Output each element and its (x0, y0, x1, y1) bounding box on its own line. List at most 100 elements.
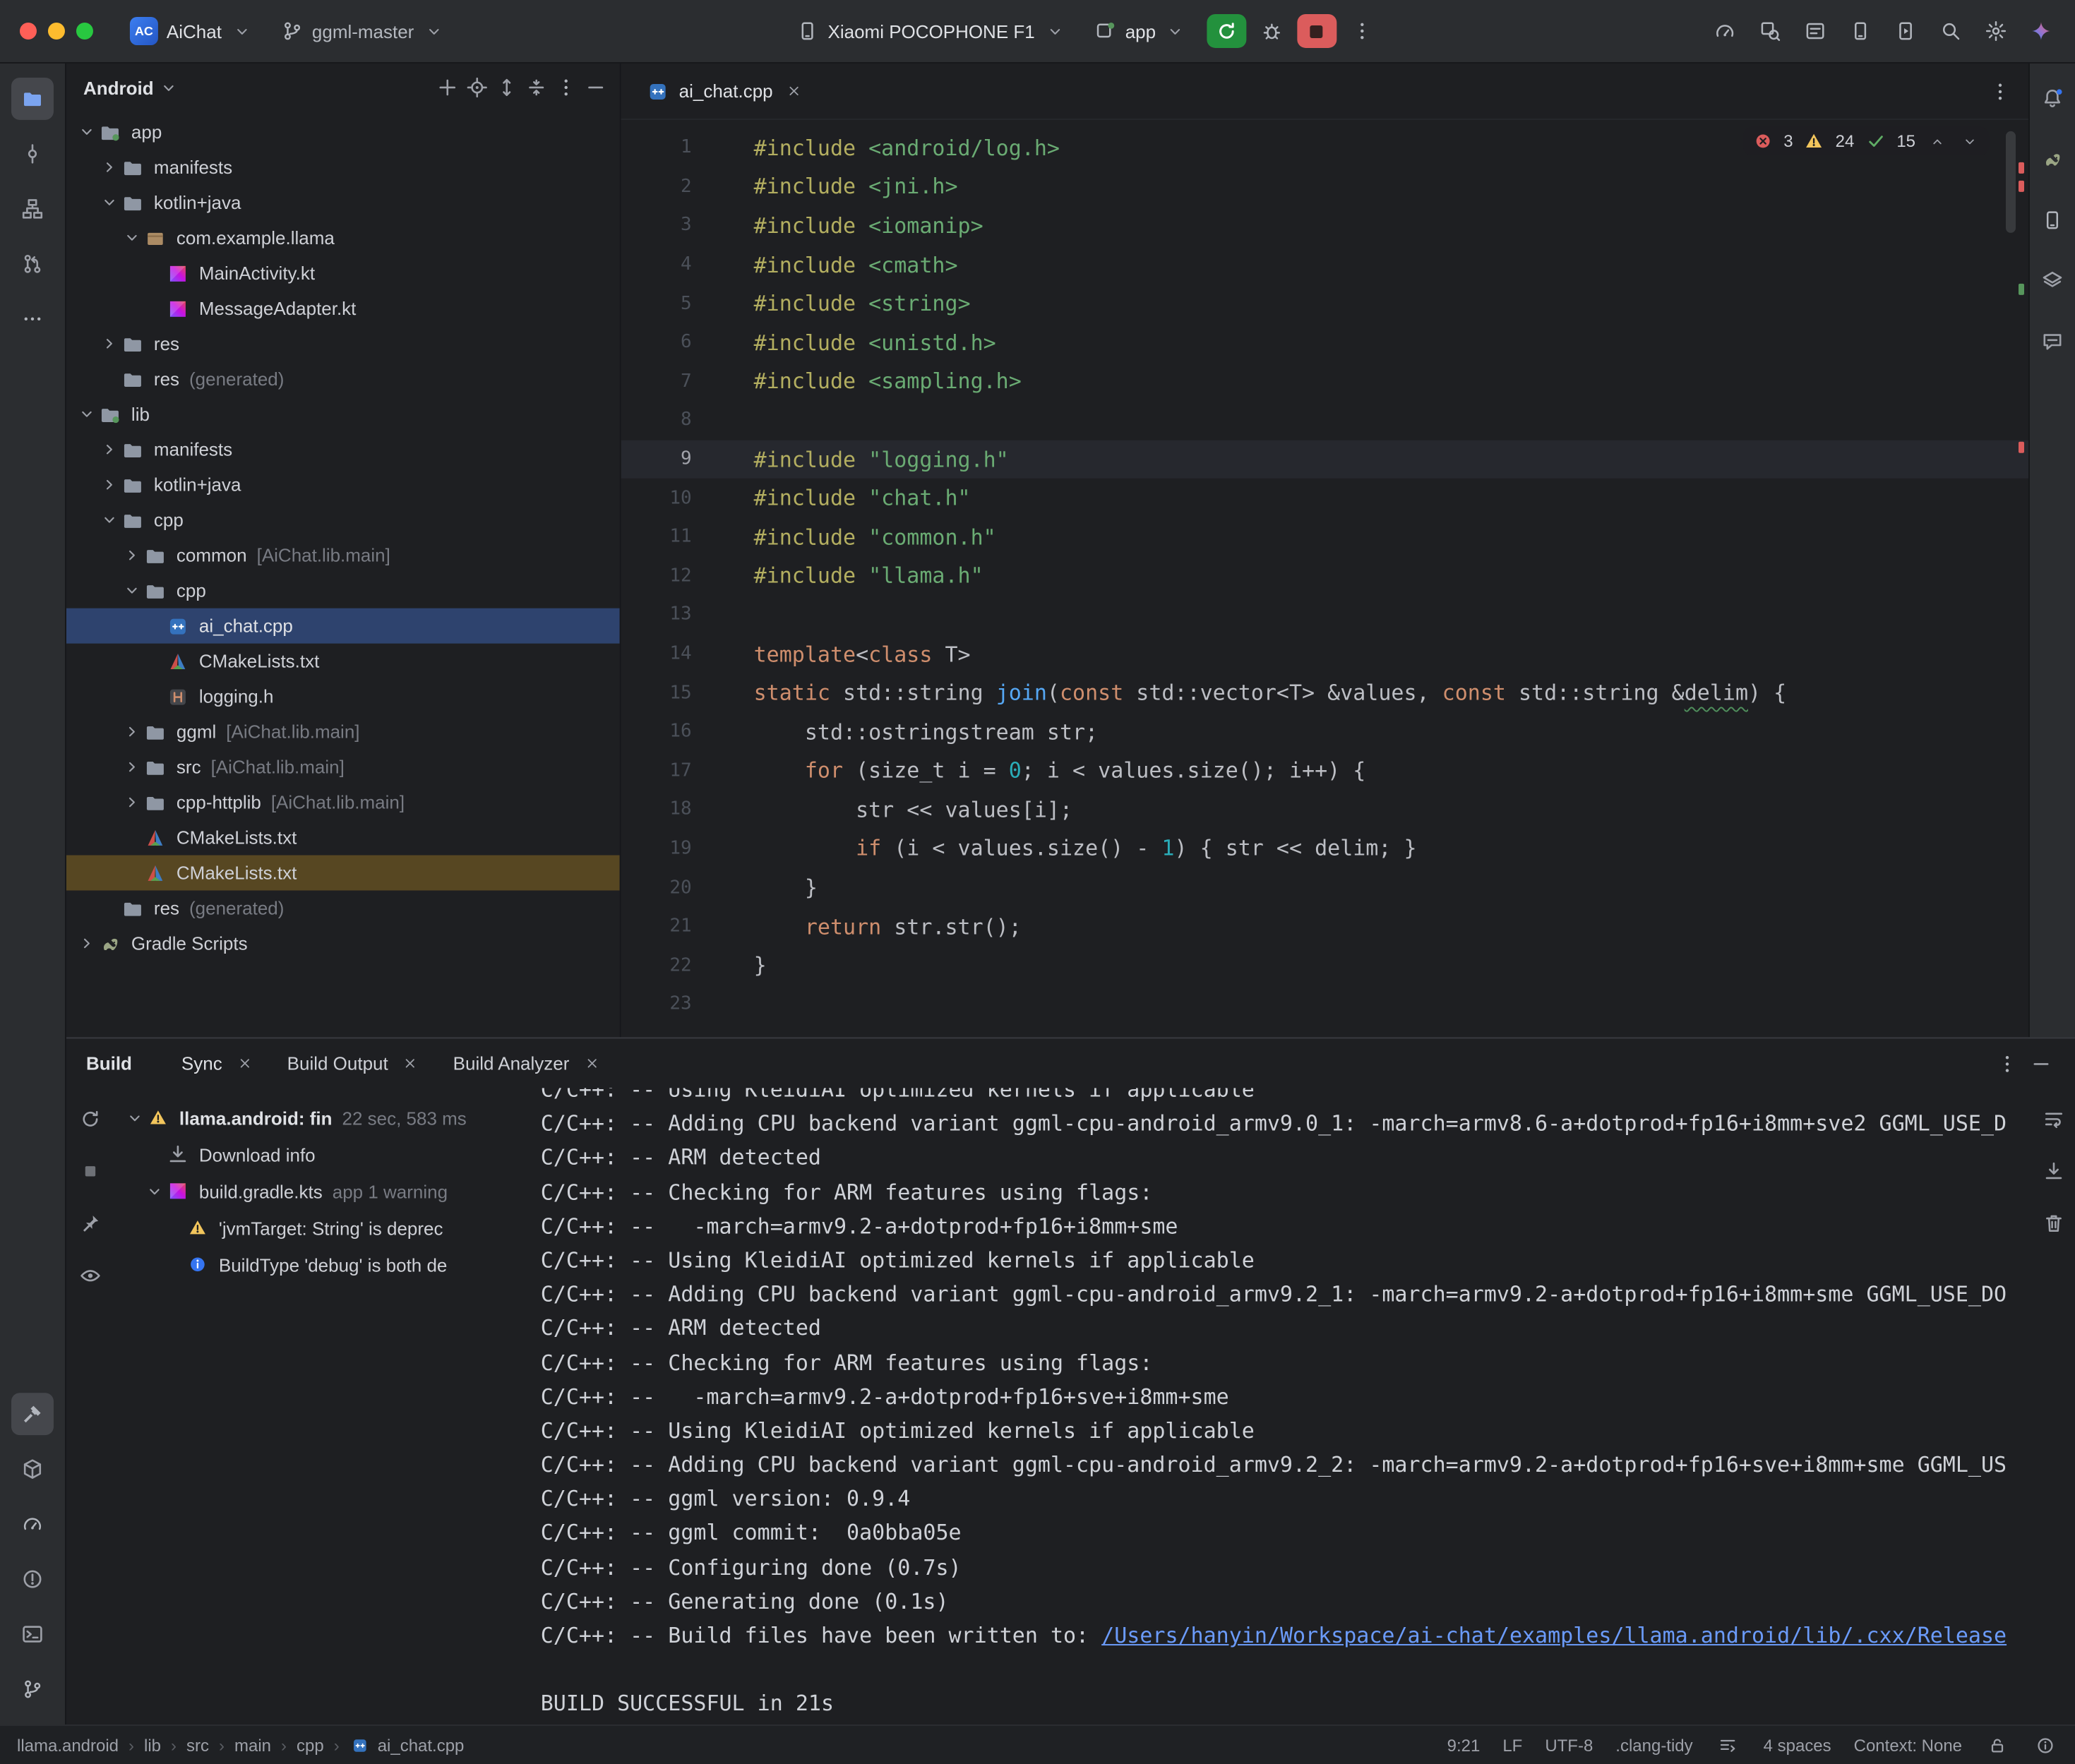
project-tree-row[interactable]: cpp (66, 503, 620, 538)
code-line[interactable]: 11#include "common.h" (621, 518, 2028, 557)
chevron-right-icon[interactable] (97, 440, 121, 459)
code-line[interactable]: 14template<class T> (621, 635, 2028, 673)
build-tab-build-output[interactable]: Build Output (272, 1038, 438, 1088)
commit-button[interactable] (11, 133, 54, 175)
code-line[interactable]: 15static std::string join(const std::vec… (621, 673, 2028, 712)
project-folder-button[interactable] (11, 78, 54, 120)
editor-tab-ai-chat-cpp[interactable]: ai_chat.cpp (621, 63, 823, 119)
project-tree-row[interactable]: cpp-httplib[AiChat.lib.main] (66, 785, 620, 820)
hide-button[interactable] (583, 75, 609, 100)
chevron-down-icon[interactable] (143, 1182, 167, 1200)
chevron-down-icon[interactable] (120, 229, 144, 247)
debug-button[interactable] (1255, 14, 1288, 48)
breadcrumb-item[interactable]: src (186, 1735, 209, 1755)
code-line[interactable]: 23 (621, 985, 2028, 1024)
code-line[interactable]: 6#include <unistd.h> (621, 323, 2028, 362)
chevron-right-icon[interactable] (97, 335, 121, 353)
project-tree-row[interactable]: res (66, 326, 620, 361)
project-view-selector[interactable]: Android (83, 77, 154, 98)
chevron-right-icon[interactable] (120, 546, 144, 565)
pin-button[interactable] (73, 1206, 107, 1240)
code-line[interactable]: 5#include <string> (621, 284, 2028, 323)
line-separator-widget[interactable]: LF (1502, 1735, 1522, 1755)
context-widget[interactable]: Context: None (1854, 1735, 1962, 1755)
build-options-button[interactable] (1990, 1046, 2024, 1080)
project-tree-row[interactable]: MessageAdapter.kt (66, 291, 620, 326)
build-tree-row[interactable]: BuildType 'debug' is both de (114, 1246, 524, 1283)
project-tree-row[interactable]: res(generated) (66, 361, 620, 397)
code-line[interactable]: 4#include <cmath> (621, 245, 2028, 284)
more-vertical-button[interactable] (554, 75, 579, 100)
code-line[interactable]: 10#include "chat.h" (621, 479, 2028, 517)
project-tree-row[interactable]: res(generated) (66, 890, 620, 925)
editor-options-button[interactable] (1983, 74, 2017, 108)
gradle-button[interactable] (2031, 138, 2074, 181)
fullscreen-window-button[interactable] (76, 23, 93, 40)
code-line[interactable]: 13 (621, 596, 2028, 635)
search-button[interactable] (1934, 14, 1968, 48)
build-tab-build-analyzer[interactable]: Build Analyzer (438, 1038, 619, 1088)
code-line[interactable]: 20 } (621, 868, 2028, 907)
chevron-down-icon[interactable] (75, 123, 99, 141)
collapse-all-button[interactable] (524, 75, 549, 100)
code-line[interactable]: 21 return str.str(); (621, 907, 2028, 946)
more-horizontal-button[interactable] (11, 298, 54, 340)
chevron-right-icon[interactable] (120, 723, 144, 741)
code-line[interactable]: 3#include <iomanip> (621, 206, 2028, 245)
settings-button[interactable] (1979, 14, 2013, 48)
chevron-down-icon[interactable] (97, 193, 121, 212)
inspections-widget[interactable]: 3 24 15 (1742, 127, 1989, 155)
packages-button[interactable] (11, 1448, 54, 1490)
indent-widget[interactable]: 4 spaces (1764, 1735, 1831, 1755)
chevron-right-icon[interactable] (120, 758, 144, 776)
code-line[interactable]: 19 if (i < values.size() - 1) { str << d… (621, 829, 2028, 868)
close-tab-icon[interactable] (783, 80, 806, 102)
branch-selector[interactable]: ggml-master (270, 16, 456, 47)
terminal-button[interactable] (11, 1613, 54, 1655)
build-tree-row[interactable]: 'jvmTarget: String' is deprec (114, 1209, 524, 1246)
build-tab-sync[interactable]: Sync (166, 1038, 272, 1088)
eye-button[interactable] (73, 1259, 107, 1292)
close-window-button[interactable] (20, 23, 37, 40)
running-devices-button[interactable] (1889, 14, 1922, 48)
more-run-actions-button[interactable] (1345, 14, 1379, 48)
project-tree-row[interactable]: Gradle Scripts (66, 925, 620, 961)
breadcrumb-item[interactable]: llama.android (17, 1735, 119, 1755)
project-tree-row[interactable]: src[AiChat.lib.main] (66, 750, 620, 785)
code-line[interactable]: 22} (621, 946, 2028, 985)
chevron-right-icon[interactable] (97, 476, 121, 494)
git-branch-button[interactable] (11, 1668, 54, 1710)
expand-collapse-button[interactable] (494, 75, 520, 100)
code-line[interactable]: 7#include <sampling.h> (621, 362, 2028, 401)
code-line[interactable]: 18 str << values[i]; (621, 791, 2028, 829)
code-line[interactable]: 16 std::ostringstream str; (621, 712, 2028, 751)
trash-button[interactable] (2037, 1206, 2071, 1240)
build-tree-row[interactable]: build.gradle.ktsapp 1 warning (114, 1172, 524, 1209)
minimize-window-button[interactable] (48, 23, 65, 40)
code-editor[interactable]: 1#include <android/log.h>2#include <jni.… (621, 120, 2028, 1037)
code-line[interactable]: 9#include "logging.h" (621, 440, 2028, 479)
problems-button[interactable] (11, 1558, 54, 1600)
code-line[interactable]: 17 for (size_t i = 0; i < values.size();… (621, 752, 2028, 791)
project-tree-row[interactable]: lib (66, 397, 620, 432)
build-console[interactable]: C/C++: -- Using KleidiAI optimized kerne… (524, 1088, 2033, 1724)
chevron-down-icon[interactable] (120, 582, 144, 600)
project-tree-row[interactable]: CMakeLists.txt (66, 820, 620, 856)
project-tree-row[interactable]: manifests (66, 432, 620, 467)
lock-button[interactable] (1985, 1732, 2010, 1758)
project-tree-row[interactable]: com.example.llama (66, 220, 620, 256)
pull-requests-button[interactable] (11, 243, 54, 285)
chevron-down-icon[interactable] (75, 405, 99, 424)
build-tool-title[interactable]: Build (86, 1052, 132, 1074)
device-manager-button[interactable] (2031, 199, 2074, 241)
previous-issue-icon[interactable] (1925, 130, 1948, 152)
build-hammer-button[interactable] (11, 1393, 54, 1435)
project-tree-row[interactable]: cpp (66, 573, 620, 608)
add-button[interactable] (435, 75, 460, 100)
editor-scrollbar[interactable] (2006, 131, 2016, 233)
locate-button[interactable] (465, 75, 490, 100)
project-tree-row[interactable]: kotlin+java (66, 185, 620, 220)
run-config-selector[interactable]: app (1083, 16, 1198, 47)
close-tab-icon[interactable] (580, 1052, 603, 1074)
gemini-button[interactable] (2024, 14, 2058, 48)
